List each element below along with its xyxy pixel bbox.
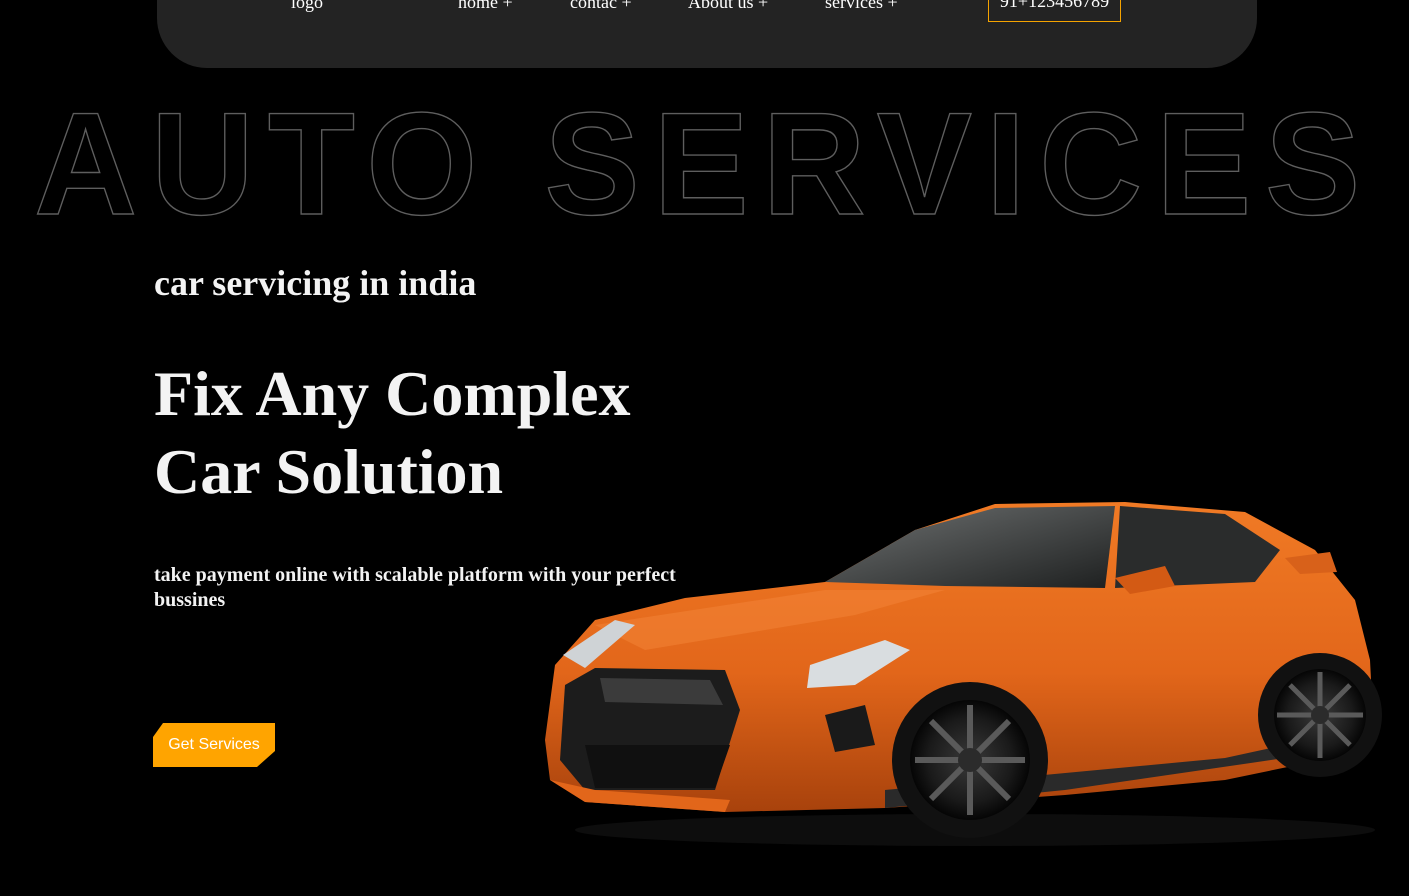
nav-services-link[interactable]: services + [825, 0, 898, 16]
nav-about-us-link[interactable]: About us + [688, 0, 768, 16]
phone-number-button[interactable]: 91+123456789 [988, 0, 1121, 22]
hero-headline: Fix Any Complex Car Solution [154, 355, 774, 511]
hero-tagline: car servicing in india [154, 263, 477, 303]
car-image [525, 490, 1385, 860]
headline-line-1: Fix Any Complex [154, 358, 631, 429]
hero-outline-title: AUTO SERVICES [0, 81, 1409, 245]
nav-contact-link[interactable]: contac + [570, 0, 632, 16]
get-services-button[interactable]: Get Services [153, 723, 275, 767]
nav-home-link[interactable]: home + [458, 0, 513, 16]
logo[interactable]: logo [291, 0, 323, 16]
orange-sports-car-icon [545, 502, 1382, 846]
outline-title-text: AUTO SERVICES [34, 88, 1374, 228]
top-navbar: logo home + contac + About us + services… [157, 0, 1257, 68]
